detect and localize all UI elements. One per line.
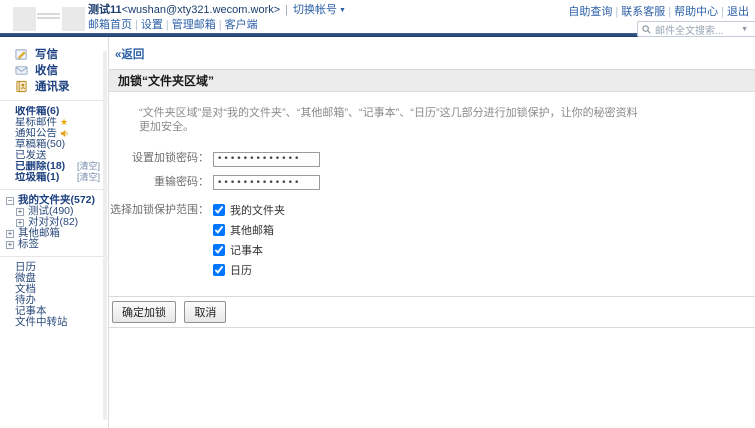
scope-other-mailboxes-checkbox[interactable] <box>213 224 225 236</box>
sidebar-item-announcements[interactable]: 通知公告 <box>15 128 108 139</box>
button-bar: 确定加锁 取消 <box>109 296 755 328</box>
sidebar-item-sent[interactable]: 已发送 <box>15 150 108 161</box>
sidebar-item-inbox[interactable]: 收件箱(6) <box>15 106 108 117</box>
address-book-icon <box>15 80 28 93</box>
confirm-lock-button[interactable]: 确定加锁 <box>112 301 176 323</box>
nav-mail-home[interactable]: 邮箱首页 <box>88 19 132 31</box>
confirm-password-field[interactable] <box>213 175 320 190</box>
password-field[interactable] <box>213 152 320 167</box>
main-content: «返回 加锁“文件夹区域” “文件夹区域”是对“我的文件夹”、“其他邮箱”、“记… <box>109 37 755 428</box>
expand-icon[interactable] <box>16 208 24 216</box>
logout-link[interactable]: 退出 <box>727 6 749 18</box>
app-list: 日历 微盘 文档 待办 记事本 文件中转站 <box>0 262 108 328</box>
account-name: 测试11 <box>88 4 122 16</box>
sidebar-divider <box>0 189 108 190</box>
lock-form: 设置加锁密码： 重输密码： 选择加锁保护范围： 我的文件夹 <box>109 150 755 282</box>
envelope-icon <box>15 64 28 77</box>
search-input[interactable]: 邮件全文搜索... ▼ <box>637 21 755 37</box>
scope-calendar-checkbox[interactable] <box>213 264 225 276</box>
scope-label: 选择加锁保护范围： <box>109 202 209 282</box>
brand-logo-text <box>37 11 60 21</box>
chevron-down-icon: ▼ <box>339 7 346 14</box>
confirm-password-label: 重输密码： <box>109 174 209 191</box>
scope-other-mailboxes[interactable]: 其他邮箱 <box>213 222 285 238</box>
cancel-button[interactable]: 取消 <box>184 301 226 323</box>
sidebar-item-contacts[interactable]: 通讯录 <box>0 78 108 94</box>
scope-calendar[interactable]: 日历 <box>213 262 285 278</box>
self-service-link[interactable]: 自助查询 <box>568 6 612 18</box>
scope-notes[interactable]: 记事本 <box>213 242 285 258</box>
nav-manage-mailbox[interactable]: 管理邮箱 <box>172 19 216 31</box>
folder-list: 收件箱(6) 星标邮件 ★ 通知公告 草稿箱(50) 已发送 <box>0 106 108 183</box>
page-title: 加锁“文件夹区域” <box>109 69 755 92</box>
tree-item-tags[interactable]: 标签 <box>6 239 108 250</box>
search-icon <box>642 25 651 34</box>
sidebar-item-drafts[interactable]: 草稿箱(50) <box>15 139 108 150</box>
switch-account-link[interactable]: 切换帐号 <box>293 4 337 16</box>
secondary-logo <box>62 7 85 31</box>
sidebar-divider <box>0 100 108 101</box>
sidebar-item-spam[interactable]: 垃圾箱(1) [清空] <box>15 172 108 183</box>
help-center-link[interactable]: 帮助中心 <box>674 6 718 18</box>
expand-icon[interactable] <box>16 219 24 227</box>
scope-list: 我的文件夹 其他邮箱 记事本 日历 <box>213 202 285 282</box>
expand-icon[interactable] <box>6 230 14 238</box>
brand-logo <box>13 7 36 31</box>
password-label: 设置加锁密码： <box>109 150 209 167</box>
sidebar-item-compose[interactable]: 写信 <box>0 46 108 62</box>
star-icon: ★ <box>60 117 68 128</box>
sidebar-scrollbar[interactable] <box>103 51 107 420</box>
sidebar-divider <box>0 256 108 257</box>
contacts-label: 通讯录 <box>35 78 70 94</box>
nav-settings[interactable]: 设置 <box>141 19 163 31</box>
quick-links: 自助查询|联系客服|帮助中心|退出 <box>568 3 749 19</box>
account-email: <wushan@xty321.wecom.work> <box>122 4 281 16</box>
account-info: 测试11<wushan@xty321.wecom.work>|切换帐号▼ <box>88 4 346 17</box>
account-block: 测试11<wushan@xty321.wecom.work>|切换帐号▼ 邮箱首… <box>88 4 346 32</box>
nav-client[interactable]: 客户端 <box>225 19 258 31</box>
sidebar-item-file-transfer[interactable]: 文件中转站 <box>15 317 108 328</box>
header-nav: 邮箱首页|设置|管理邮箱|客户端 <box>88 19 346 32</box>
sidebar-item-receive[interactable]: 收信 <box>0 62 108 78</box>
collapse-icon[interactable] <box>6 197 14 205</box>
empty-spam-link[interactable]: [清空] <box>77 172 100 183</box>
search-scope-dropdown-icon[interactable]: ▼ <box>741 26 748 33</box>
empty-deleted-link[interactable]: [清空] <box>77 161 100 172</box>
sidebar: 写信 收信 通讯录 收件箱(6) 星标邮件 ★ <box>0 37 109 428</box>
description-text: “文件夹区域”是对“我的文件夹”、“其他邮箱”、“记事本”、“日历”这几部分进行… <box>139 106 639 134</box>
back-link[interactable]: «返回 <box>115 49 144 61</box>
pencil-icon <box>15 48 28 61</box>
search-placeholder: 邮件全文搜索... <box>655 22 741 37</box>
sidebar-item-deleted[interactable]: 已删除(18) [清空] <box>15 161 108 172</box>
top-header: 测试11<wushan@xty321.wecom.work>|切换帐号▼ 邮箱首… <box>0 0 755 33</box>
scope-notes-checkbox[interactable] <box>213 244 225 256</box>
sidebar-item-starred[interactable]: 星标邮件 ★ <box>15 117 108 128</box>
contact-support-link[interactable]: 联系客服 <box>621 6 665 18</box>
expand-icon[interactable] <box>6 241 14 249</box>
speaker-icon <box>60 129 69 138</box>
receive-label: 收信 <box>35 62 58 78</box>
folder-tree: 我的文件夹(572) 测试(490) 对对对(82) 其他邮箱 标签 <box>0 195 108 250</box>
scope-my-folders[interactable]: 我的文件夹 <box>213 202 285 218</box>
scope-my-folders-checkbox[interactable] <box>213 204 225 216</box>
compose-label: 写信 <box>35 46 58 62</box>
